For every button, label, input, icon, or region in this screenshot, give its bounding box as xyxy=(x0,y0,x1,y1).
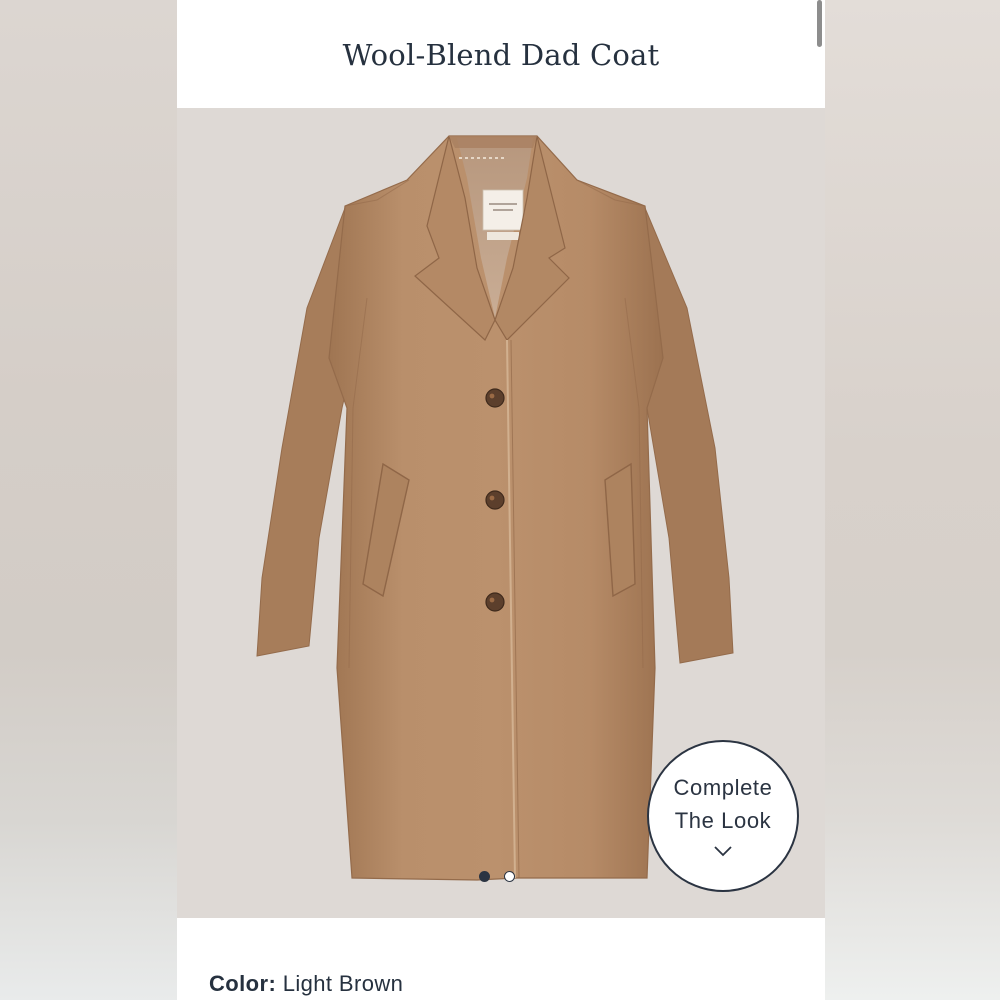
coat-button xyxy=(485,592,505,612)
color-selection: Color: Light Brown xyxy=(209,971,403,997)
color-label: Color: xyxy=(209,971,277,996)
coat-button xyxy=(485,388,505,408)
carousel-dot[interactable] xyxy=(479,871,490,882)
product-image[interactable]: Complete The Look xyxy=(177,108,825,918)
complete-look-line2: The Look xyxy=(674,808,772,833)
right-background xyxy=(825,0,1000,1000)
carousel-indicator xyxy=(479,871,515,883)
left-background xyxy=(0,0,177,1000)
scrollbar[interactable] xyxy=(817,0,822,47)
product-panel: Wool-Blend Dad Coat Complete The Look Co… xyxy=(177,0,825,1000)
product-title: Wool-Blend Dad Coat xyxy=(342,38,660,72)
complete-look-line1: Complete xyxy=(673,775,773,800)
coat-button xyxy=(485,490,505,510)
chevron-down-icon xyxy=(713,843,733,861)
color-value: Light Brown xyxy=(282,971,404,996)
complete-the-look-button[interactable]: Complete The Look xyxy=(647,740,799,892)
carousel-dot[interactable] xyxy=(504,871,515,882)
